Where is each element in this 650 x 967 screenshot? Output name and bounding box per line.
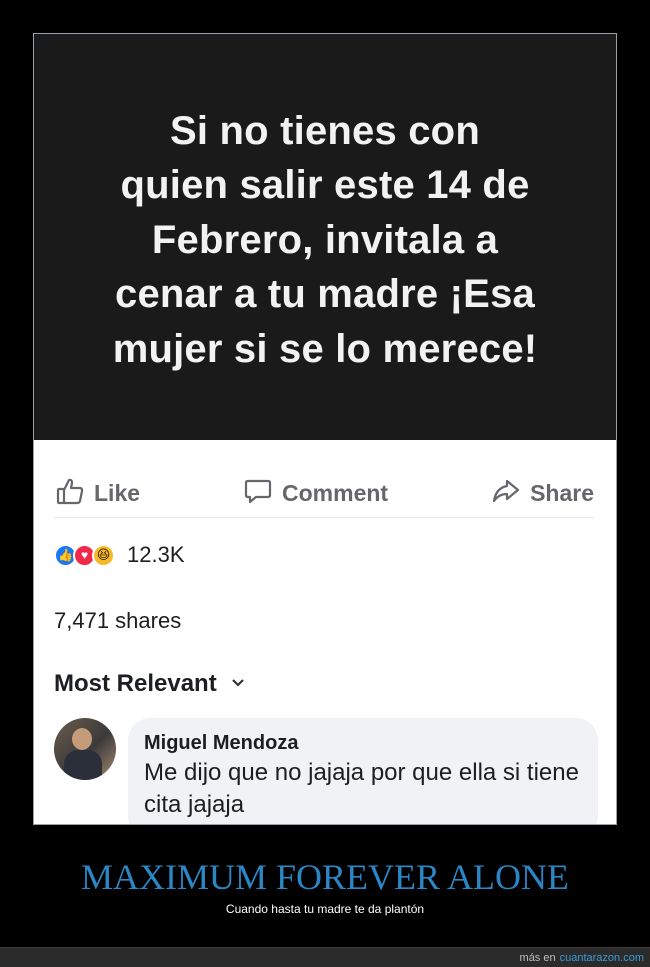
comment-text: Me dijo que no jajaja por que ella si ti… (144, 759, 579, 818)
post-image-text: Si no tienes con quien salir este 14 de … (112, 108, 538, 371)
reactions-summary[interactable]: 👍 ♥ 😆 12.3K (54, 541, 185, 569)
haha-reaction-icon: 😆 (92, 543, 115, 567)
share-button[interactable]: Share (490, 475, 594, 513)
footer-prefix: más en (519, 951, 556, 964)
post-actions-bar: Like Comment Share (54, 470, 594, 518)
comment-label: Comment (282, 480, 389, 506)
shares-count[interactable]: 7,471 shares (54, 608, 181, 634)
avatar[interactable] (54, 718, 116, 780)
facebook-post-footer: Like Comment Share 👍 ♥ 😆 12.3K 7,471 sha… (34, 440, 616, 824)
comment-item: Miguel Mendoza Me dijo que no jajaja por… (54, 718, 598, 824)
reactions-count: 12.3K (127, 542, 185, 567)
caption-subtitle: Cuando hasta tu madre te da plantón (225, 902, 425, 916)
comment-sort-label: Most Relevant (54, 670, 217, 697)
caption-title: MAXIMUM FOREVER ALONE (80, 857, 570, 897)
like-label: Like (94, 480, 141, 506)
post-screenshot: Si no tienes con quien salir este 14 de … (33, 33, 617, 825)
like-button[interactable]: Like (54, 475, 140, 513)
site-footer: más en cuantarazon.com (0, 947, 650, 967)
comment-bubble: Miguel Mendoza Me dijo que no jajaja por… (128, 718, 598, 824)
thumbs-up-icon (54, 475, 86, 513)
chevron-down-icon (231, 675, 245, 693)
commenter-name[interactable]: Miguel Mendoza (144, 732, 582, 755)
comment-button[interactable]: Comment (242, 475, 388, 513)
share-label: Share (530, 480, 594, 506)
comment-sort-dropdown[interactable]: Most Relevant (54, 670, 245, 698)
comment-icon (242, 475, 274, 513)
share-arrow-icon (490, 475, 522, 513)
site-link[interactable]: cuantarazon.com (560, 952, 644, 964)
post-image: Si no tienes con quien salir este 14 de … (34, 34, 616, 440)
